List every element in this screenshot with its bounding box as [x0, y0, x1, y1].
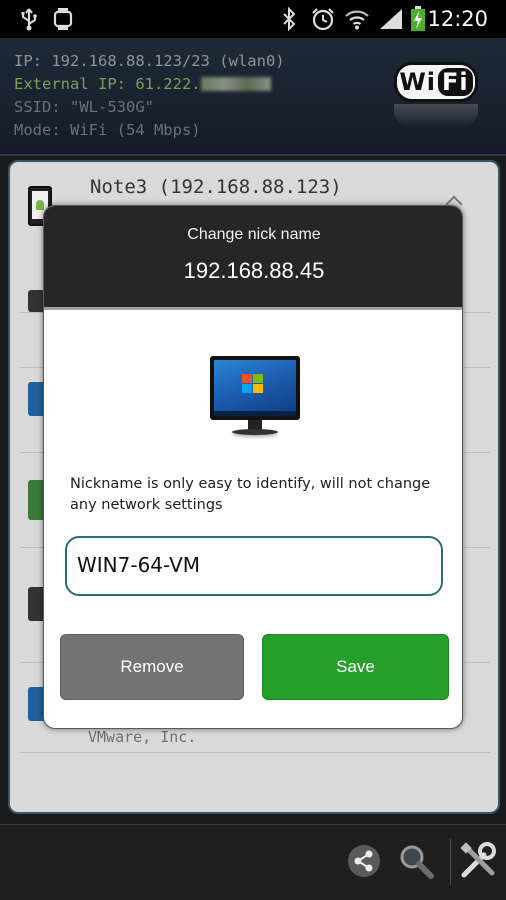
bottom-action-bar [0, 824, 506, 900]
bluetooth-icon [278, 6, 300, 32]
clock-time: 12:20 [427, 7, 488, 31]
watch-icon [52, 6, 74, 32]
wifi-logo-reflection [394, 104, 478, 128]
wifi-signal-icon [344, 6, 370, 32]
tools-icon[interactable] [458, 839, 498, 883]
wifi-logo-fi: Fi [438, 68, 473, 96]
device-item-note3[interactable]: Note3 (192.168.88.123) [90, 176, 342, 198]
dialog-title: Change nick name [187, 226, 321, 243]
wifi-logo: Wi Fi [394, 62, 478, 102]
redacted-ip-blur [200, 77, 271, 91]
alarm-icon [310, 6, 336, 32]
dialog-header: Change nick name 192.168.88.45 [44, 206, 462, 310]
dialog-ip-address: 192.168.88.45 [183, 258, 325, 283]
share-icon[interactable] [344, 839, 384, 883]
external-ip-prefix: External IP: 61.222. [14, 75, 201, 93]
change-nickname-dialog: Change nick name 192.168.88.45 Nickname … [43, 205, 463, 729]
mode-text: Mode: WiFi (54 Mbps) [14, 121, 201, 139]
action-bar-divider [450, 839, 451, 885]
nickname-description: Nickname is only easy to identify, will … [70, 476, 431, 513]
usb-icon [18, 6, 40, 32]
nickname-input[interactable]: WIN7-64-VM [65, 536, 443, 596]
desktop-computer-icon [210, 356, 300, 438]
ip-address-text: IP: 192.168.88.123/23 (wlan0) [14, 52, 285, 70]
remove-button[interactable]: Remove [60, 634, 244, 700]
cell-signal-icon [378, 6, 404, 32]
wifi-logo-wi: Wi [399, 68, 437, 96]
network-info-panel: IP: 192.168.88.123/23 (wlan0) External I… [0, 38, 506, 156]
device-vendor-text: VMware, Inc. [88, 728, 197, 746]
external-ip-text: External IP: 61.222. [14, 75, 271, 93]
search-icon[interactable] [396, 839, 436, 883]
save-button[interactable]: Save [262, 634, 449, 700]
status-bar: 12:20 [0, 0, 506, 38]
list-divider [20, 752, 490, 753]
ssid-text: SSID: "WL-530G" [14, 98, 154, 116]
battery-charging-icon [408, 6, 428, 32]
